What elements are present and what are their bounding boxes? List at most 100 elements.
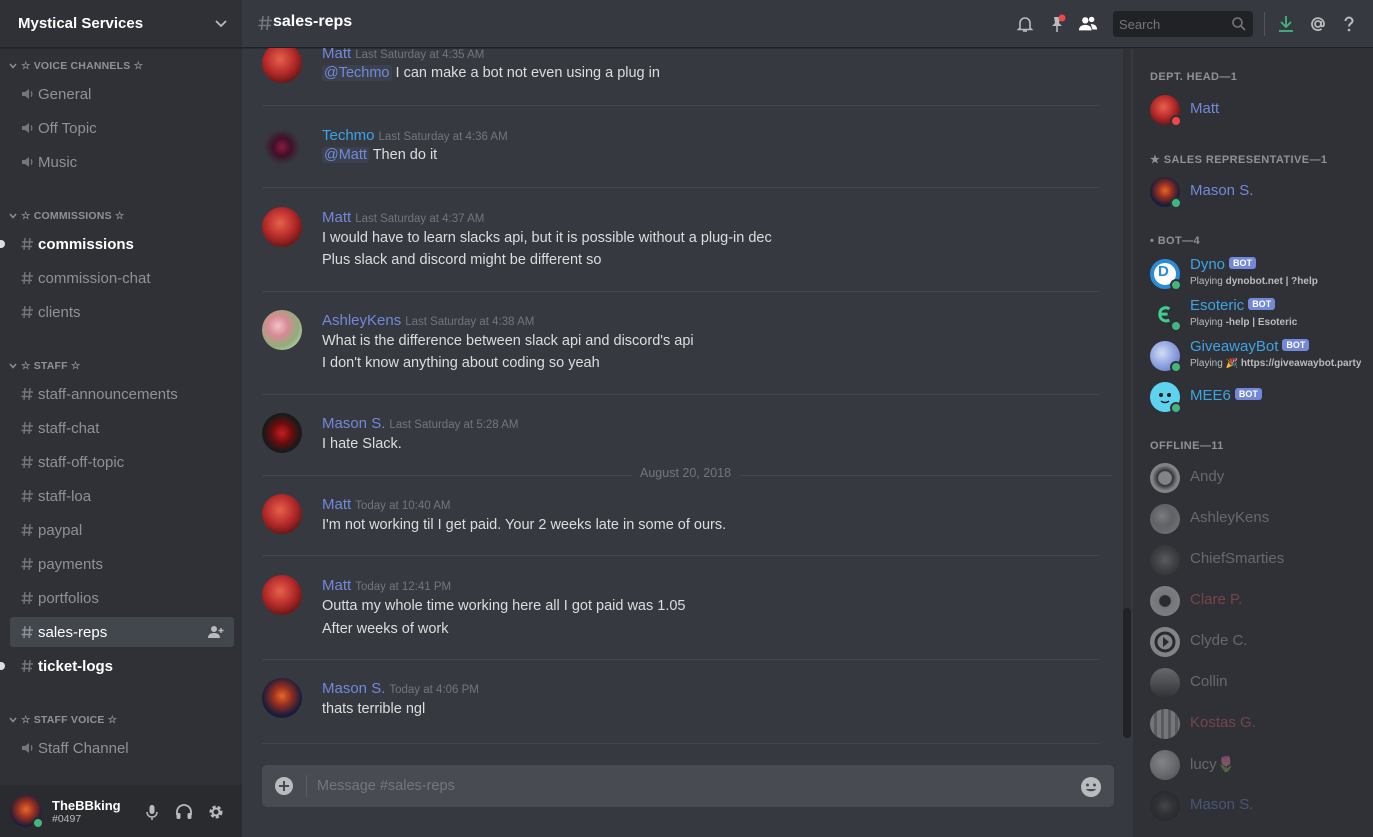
member-item[interactable]: Mason S.	[1150, 791, 1365, 827]
channel-staff-off-topic[interactable]: staff-off-topic	[10, 447, 234, 477]
avatar[interactable]	[262, 48, 302, 83]
activity-game: dynobot.net | ?help	[1225, 276, 1318, 287]
member-item[interactable]: Andy	[1150, 463, 1365, 499]
speaker-icon	[22, 123, 33, 133]
search-box[interactable]	[1113, 11, 1253, 37]
member-item[interactable]: lucy🌷	[1150, 750, 1365, 786]
message-list[interactable]: Matt Last Saturday at 4:35 AM @Techmo I c…	[242, 48, 1130, 748]
timestamp: Today at 4:06 PM	[389, 684, 479, 696]
member-item[interactable]: Matt	[1150, 95, 1365, 131]
category-commissions[interactable]: ☆ COMMISSIONS ☆	[8, 210, 125, 222]
member-item[interactable]: Mason S.	[1150, 177, 1365, 213]
member-item[interactable]: Collin	[1150, 668, 1365, 704]
headphones-icon[interactable]	[175, 803, 193, 821]
pin-icon[interactable]	[1047, 14, 1067, 34]
member-item[interactable]: AshleyKens	[1150, 504, 1365, 540]
locked-hash-icon	[21, 271, 33, 285]
voice-channel-staff-channel[interactable]: Staff Channel	[10, 733, 234, 763]
member-list-icon[interactable]	[1078, 14, 1098, 34]
composer-divider	[306, 775, 307, 797]
author-name[interactable]: Matt	[322, 48, 351, 62]
emoji-icon[interactable]	[1080, 776, 1102, 798]
user-mention[interactable]: @Matt	[322, 147, 369, 163]
avatar[interactable]	[262, 575, 302, 615]
avatar[interactable]	[262, 125, 302, 165]
author-name[interactable]: Matt	[322, 496, 351, 513]
avatar[interactable]	[262, 678, 302, 718]
channel-label: ticket-logs	[38, 657, 114, 675]
channel-clients[interactable]: clients	[10, 297, 234, 327]
member-group-header: DEPT. HEAD—1	[1150, 71, 1238, 83]
author-name[interactable]: Matt	[322, 577, 351, 594]
mentions-icon[interactable]	[1308, 14, 1328, 34]
member-item[interactable]: Clyde C.	[1150, 627, 1365, 663]
search-input[interactable]	[1113, 11, 1228, 37]
user-mention[interactable]: @Techmo	[322, 65, 392, 81]
voice-channel-off-topic[interactable]: Off Topic	[10, 113, 234, 143]
microphone-icon[interactable]	[143, 803, 161, 821]
timestamp: Today at 10:40 AM	[355, 500, 451, 512]
category-staff-voice[interactable]: ☆ STAFF VOICE ☆	[8, 714, 117, 726]
member-name: Collin	[1190, 673, 1228, 690]
category-voice-channels[interactable]: ☆ VOICE CHANNELS ☆	[8, 60, 143, 72]
locked-hash-icon	[21, 237, 33, 251]
channel-ticket-logs[interactable]: ticket-logs	[0, 651, 234, 681]
member-name: ChiefSmarties	[1190, 550, 1285, 567]
bell-icon[interactable]	[1015, 14, 1035, 34]
channel-commission-chat[interactable]: commission-chat	[10, 263, 234, 293]
member-name: Clyde C.	[1190, 632, 1248, 649]
server-header[interactable]: Mystical Services	[0, 0, 242, 48]
avatar[interactable]	[262, 207, 302, 247]
scrollbar-thumb[interactable]	[1123, 608, 1131, 738]
voice-channel-music[interactable]: Music	[10, 147, 234, 177]
avatar[interactable]	[262, 413, 302, 453]
category-staff[interactable]: ☆ STAFF ☆	[8, 360, 81, 372]
message-header: Matt Today at 12:41 PM	[322, 575, 451, 594]
member-item[interactable]: MEE6 BOT	[1150, 382, 1365, 418]
channel-commissions[interactable]: commissions	[0, 229, 234, 259]
bot-tag: BOT	[1248, 298, 1276, 310]
member-name: Clare P.	[1190, 591, 1243, 608]
avatar[interactable]	[10, 795, 44, 829]
locked-hash-icon	[21, 625, 33, 639]
author-name[interactable]: Mason S.	[322, 415, 385, 432]
activity-text: Playing dynobot.net | ?help	[1190, 276, 1318, 287]
upload-plus-icon[interactable]	[274, 776, 294, 796]
channel-staff-chat[interactable]: staff-chat	[10, 413, 234, 443]
gear-icon[interactable]	[207, 803, 225, 821]
create-invite-icon[interactable]	[208, 625, 224, 639]
member-name: lucy🌷	[1190, 756, 1236, 773]
member-item[interactable]: D Dyno BOT Playing dynobot.net | ?help	[1150, 256, 1365, 295]
member-item[interactable]: Kostas G.	[1150, 709, 1365, 745]
author-name[interactable]: Mason S.	[322, 680, 385, 697]
channel-sales-reps[interactable]: sales-reps	[10, 617, 234, 647]
download-icon[interactable]	[1276, 14, 1296, 34]
member-item[interactable]: Clare P.	[1150, 586, 1365, 622]
member-item[interactable]: GiveawayBot BOT Playing 🎉 https://giveawa…	[1150, 338, 1365, 377]
author-name[interactable]: AshleyKens	[322, 312, 401, 329]
message-scrollbar[interactable]	[1123, 48, 1131, 738]
author-name[interactable]: Matt	[322, 209, 351, 226]
channel-staff-loa[interactable]: staff-loa	[10, 481, 234, 511]
channel-payments[interactable]: payments	[10, 549, 234, 579]
avatar[interactable]	[262, 310, 302, 350]
author-name[interactable]: Techmo	[322, 127, 375, 144]
member-name: Dyno BOT	[1190, 256, 1257, 273]
help-icon[interactable]	[1339, 14, 1359, 34]
channel-label: paypal	[38, 521, 83, 539]
voice-channel-general[interactable]: General	[10, 79, 234, 109]
avatar[interactable]	[262, 494, 302, 534]
timestamp: Last Saturday at 4:38 AM	[405, 316, 535, 328]
member-item[interactable]: Esoteric BOT Playing -help | Esoteric	[1150, 297, 1365, 336]
member-item[interactable]: ChiefSmarties	[1150, 545, 1365, 581]
channel-label: staff-chat	[38, 419, 100, 437]
status-online-indicator	[1170, 197, 1182, 209]
activity-verb: Playing	[1190, 358, 1223, 369]
channel-staff-announcements[interactable]: staff-announcements	[10, 379, 234, 409]
locked-hash-icon	[21, 489, 33, 503]
channel-portfolios[interactable]: portfolios	[10, 583, 234, 613]
message-input[interactable]	[317, 765, 1057, 807]
status-online-indicator	[1170, 279, 1182, 291]
channel-paypal[interactable]: paypal	[10, 515, 234, 545]
message-header: Matt Today at 10:40 AM	[322, 494, 450, 513]
